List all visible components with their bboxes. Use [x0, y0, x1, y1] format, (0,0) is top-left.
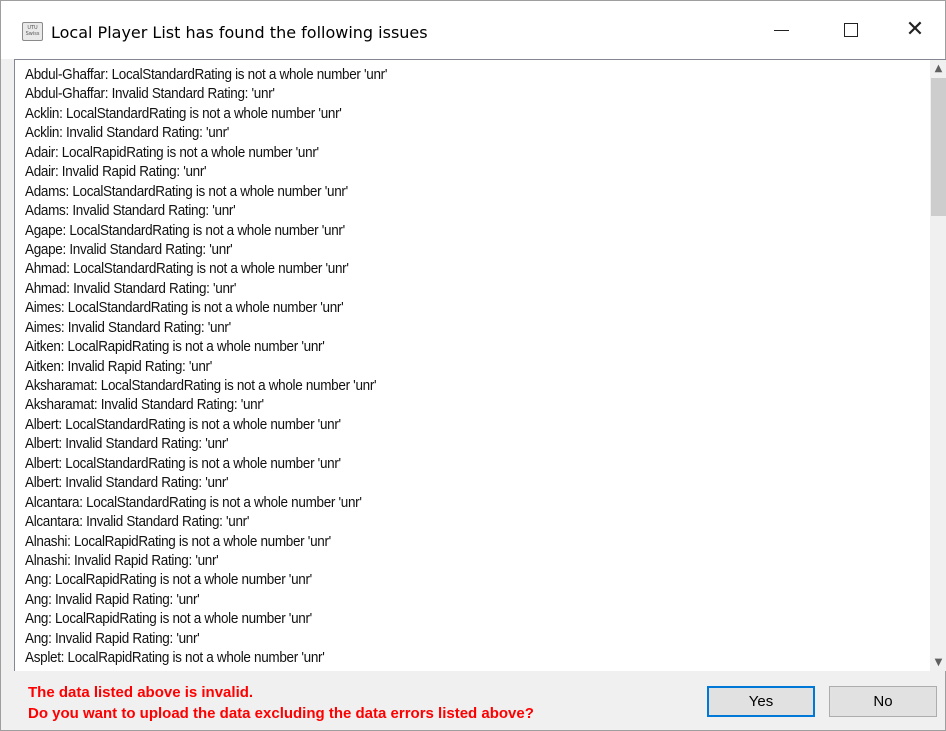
- title-bar[interactable]: UTU Swiss Local Player List has found th…: [1, 1, 945, 59]
- list-item[interactable]: Aksharamat: LocalStandardRating is not a…: [25, 376, 840, 395]
- list-item[interactable]: Albert: LocalStandardRating is not a who…: [25, 454, 840, 473]
- scroll-up-arrow-icon[interactable]: ▲: [930, 60, 946, 77]
- vertical-scrollbar[interactable]: ▲ ▼: [930, 60, 946, 671]
- error-message-line1: The data listed above is invalid.: [28, 684, 254, 701]
- list-item[interactable]: Ang: LocalRapidRating is not a whole num…: [25, 570, 840, 589]
- maximize-button[interactable]: [816, 1, 885, 59]
- list-item[interactable]: Albert: Invalid Standard Rating: 'unr': [25, 473, 840, 492]
- list-item[interactable]: Adams: LocalStandardRating is not a whol…: [25, 182, 840, 201]
- list-item[interactable]: Ang: Invalid Rapid Rating: 'unr': [25, 590, 840, 609]
- list-item[interactable]: Aitken: Invalid Rapid Rating: 'unr': [25, 357, 840, 376]
- list-item[interactable]: Ahmad: LocalStandardRating is not a whol…: [25, 259, 840, 278]
- issues-list[interactable]: Abdul-Ghaffar: LocalStandardRating is no…: [14, 59, 946, 671]
- list-item[interactable]: Ahmad: Invalid Standard Rating: 'unr': [25, 279, 840, 298]
- yes-button[interactable]: Yes: [707, 686, 815, 717]
- list-item[interactable]: Acklin: Invalid Standard Rating: 'unr': [25, 123, 840, 142]
- list-item[interactable]: Albert: LocalStandardRating is not a who…: [25, 415, 840, 434]
- close-icon: ✕: [905, 17, 925, 42]
- list-item[interactable]: Alnashi: Invalid Rapid Rating: 'unr': [25, 551, 840, 570]
- window-title: Local Player List has found the followin…: [51, 23, 428, 42]
- scroll-down-arrow-icon[interactable]: ▼: [930, 654, 946, 671]
- app-icon: UTU Swiss: [22, 22, 43, 41]
- list-item[interactable]: Adams: Invalid Standard Rating: 'unr': [25, 201, 840, 220]
- dialog-window: UTU Swiss Local Player List has found th…: [0, 0, 946, 731]
- close-button[interactable]: ✕: [885, 1, 945, 59]
- minimize-button[interactable]: [747, 1, 816, 59]
- dialog-footer: The data listed above is invalid. Do you…: [1, 672, 945, 730]
- maximize-icon: [843, 23, 858, 37]
- list-item[interactable]: Ang: LocalRapidRating is not a whole num…: [25, 609, 840, 628]
- list-item[interactable]: Adair: Invalid Rapid Rating: 'unr': [25, 162, 840, 181]
- list-item[interactable]: Acklin: LocalStandardRating is not a who…: [25, 104, 840, 123]
- list-item[interactable]: Abdul-Ghaffar: LocalStandardRating is no…: [25, 65, 840, 84]
- issues-list-content: Abdul-Ghaffar: LocalStandardRating is no…: [25, 65, 930, 668]
- list-item[interactable]: Albert: Invalid Standard Rating: 'unr': [25, 434, 840, 453]
- list-item[interactable]: Alcantara: Invalid Standard Rating: 'unr…: [25, 512, 840, 531]
- list-item[interactable]: Alnashi: LocalRapidRating is not a whole…: [25, 532, 840, 551]
- list-item[interactable]: Aimes: Invalid Standard Rating: 'unr': [25, 318, 840, 337]
- list-item[interactable]: Agape: LocalStandardRating is not a whol…: [25, 221, 840, 240]
- list-item[interactable]: Aitken: LocalRapidRating is not a whole …: [25, 337, 840, 356]
- list-item[interactable]: Adair: LocalRapidRating is not a whole n…: [25, 143, 840, 162]
- list-item[interactable]: Aimes: LocalStandardRating is not a whol…: [25, 298, 840, 317]
- list-item[interactable]: Aksharamat: Invalid Standard Rating: 'un…: [25, 395, 840, 414]
- list-item[interactable]: Alcantara: LocalStandardRating is not a …: [25, 493, 840, 512]
- list-item[interactable]: Agape: Invalid Standard Rating: 'unr': [25, 240, 840, 259]
- no-button[interactable]: No: [829, 686, 937, 717]
- list-item[interactable]: Abdul-Ghaffar: Invalid Standard Rating: …: [25, 84, 840, 103]
- scrollbar-thumb[interactable]: [931, 78, 946, 216]
- minimize-icon: [774, 29, 789, 31]
- list-item[interactable]: Ang: Invalid Rapid Rating: 'unr': [25, 629, 840, 648]
- list-item[interactable]: Asplet: LocalRapidRating is not a whole …: [25, 648, 840, 667]
- error-message-line2: Do you want to upload the data excluding…: [28, 705, 534, 722]
